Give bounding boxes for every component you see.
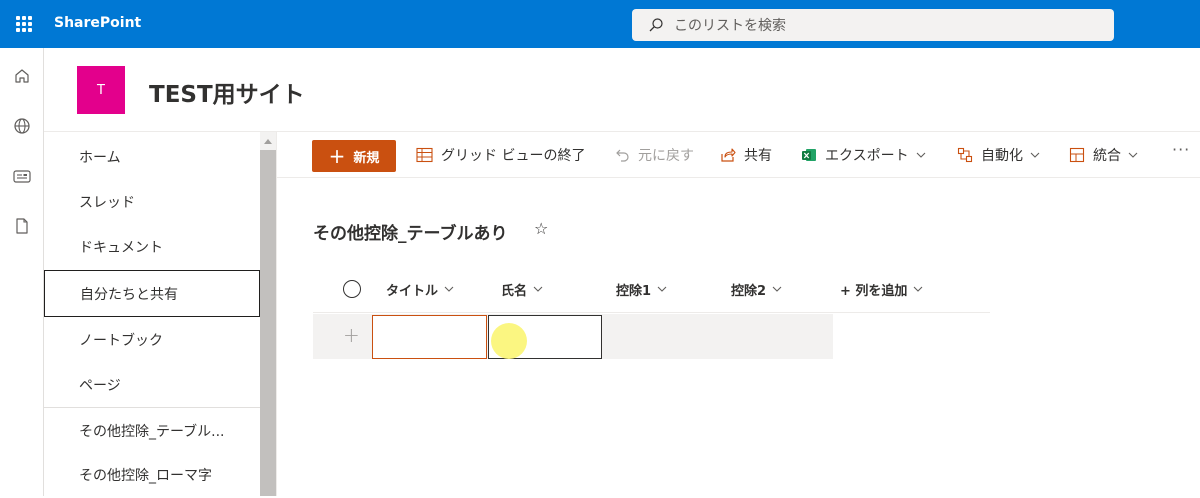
home-icon[interactable] — [0, 56, 44, 96]
automate-icon — [957, 147, 973, 163]
grid-icon — [416, 147, 433, 163]
column-header-deduction1[interactable]: 控除1 — [616, 278, 667, 300]
export-button[interactable]: エクスポート — [801, 144, 926, 166]
nav-item-list-table[interactable]: その他控除_テーブル... — [44, 408, 260, 454]
share-button[interactable]: 共有 — [720, 144, 772, 166]
new-button[interactable]: + 新規 — [312, 140, 396, 172]
chevron-down-icon — [916, 152, 926, 158]
scroll-up-arrow-icon — [264, 138, 272, 144]
exit-grid-view-button[interactable]: グリッド ビューの終了 — [416, 144, 585, 166]
column-header-name[interactable]: 氏名 — [501, 278, 543, 300]
share-icon — [720, 147, 736, 163]
nav-scrollbar-thumb[interactable] — [260, 150, 276, 496]
chevron-down-icon — [533, 286, 543, 292]
search-icon — [648, 17, 664, 33]
cursor-highlight — [491, 323, 527, 359]
chevron-down-icon — [1128, 152, 1138, 158]
column-header-title[interactable]: タイトル — [386, 278, 454, 300]
integrate-button[interactable]: 統合 — [1069, 144, 1138, 166]
scroll-up-button[interactable] — [260, 132, 276, 150]
column-header-label: タイトル — [386, 283, 439, 299]
title-cell-input[interactable] — [372, 315, 487, 359]
left-navigation: ホーム スレッド ドキュメント 自分たちと共有 ノートブック ページ その他控除… — [44, 132, 260, 496]
nav-item-threads[interactable]: スレッド — [44, 179, 260, 225]
news-icon[interactable] — [0, 156, 44, 196]
app-bar — [0, 48, 44, 496]
new-button-label: 新規 — [353, 150, 380, 166]
column-header-deduction2[interactable]: 控除2 — [731, 278, 782, 300]
chevron-down-icon — [913, 286, 923, 292]
undo-icon — [614, 147, 630, 163]
chevron-down-icon — [772, 286, 782, 292]
more-options-button[interactable]: ··· — [1172, 140, 1190, 159]
automate-button[interactable]: 自動化 — [957, 144, 1040, 166]
export-label: エクスポート — [825, 148, 909, 164]
add-column-button[interactable]: + 列を追加 — [840, 278, 923, 300]
column-header-divider — [313, 312, 990, 313]
add-column-label: + 列を追加 — [840, 283, 908, 299]
nav-item-documents[interactable]: ドキュメント — [44, 224, 260, 270]
waffle-icon — [16, 16, 32, 32]
site-title[interactable]: TEST用サイト — [149, 75, 305, 109]
chevron-down-icon — [657, 286, 667, 292]
suite-bar: SharePoint このリストを検索 — [0, 0, 1200, 48]
undo-label: 元に戻す — [638, 148, 694, 164]
site-logo[interactable]: T — [77, 66, 125, 114]
select-all-checkbox[interactable] — [343, 280, 361, 298]
integrate-label: 統合 — [1093, 148, 1121, 164]
nav-item-list-romaji[interactable]: その他控除_ローマ字 — [44, 452, 260, 498]
command-bar: + 新規 グリッド ビューの終了 元に戻す 共有 エクスポート 自動化 統合 ·… — [277, 132, 1200, 178]
list-title[interactable]: その他控除_テーブルあり — [313, 219, 507, 244]
undo-button[interactable]: 元に戻す — [614, 144, 694, 166]
excel-icon — [801, 147, 817, 163]
column-header-label: 氏名 — [501, 283, 528, 299]
app-name[interactable]: SharePoint — [54, 15, 141, 31]
favorite-star-icon[interactable]: ☆ — [534, 219, 548, 238]
document-icon[interactable] — [0, 206, 44, 246]
nav-item-notebook[interactable]: ノートブック — [44, 317, 260, 363]
chevron-down-icon — [444, 286, 454, 292]
nav-item-pages[interactable]: ページ — [44, 362, 260, 408]
exit-grid-view-label: グリッド ビューの終了 — [441, 148, 586, 164]
search-input[interactable]: このリストを検索 — [674, 15, 786, 35]
automate-label: 自動化 — [981, 148, 1023, 164]
plus-icon: + — [328, 144, 346, 168]
nav-item-shared-with-us[interactable]: 自分たちと共有 — [44, 270, 260, 317]
nav-item-home[interactable]: ホーム — [44, 134, 260, 180]
app-launcher-button[interactable] — [0, 0, 48, 48]
chevron-down-icon — [1030, 152, 1040, 158]
integrate-icon — [1069, 147, 1085, 163]
column-header-label: 控除2 — [731, 283, 767, 299]
globe-icon[interactable] — [0, 106, 44, 146]
add-row-icon[interactable]: + — [343, 325, 360, 345]
column-header-label: 控除1 — [616, 283, 652, 299]
search-box[interactable]: このリストを検索 — [632, 9, 1114, 41]
share-label: 共有 — [744, 148, 772, 164]
content-border — [276, 132, 277, 496]
